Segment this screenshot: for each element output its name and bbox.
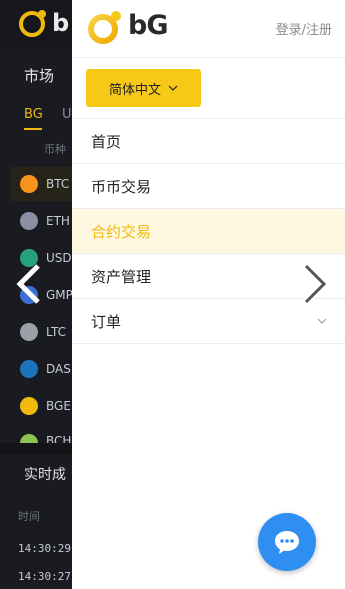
coin-label: BTC (46, 177, 70, 191)
background-tab-u[interactable]: U (62, 107, 72, 122)
background-section-title: 实时成 (24, 467, 66, 483)
language-label: 简体中文 (108, 82, 161, 98)
bch-coin-icon (20, 434, 38, 443)
auth-links: 登录 / 注册 (276, 19, 332, 38)
background-coin-row[interactable]: LTC (10, 315, 72, 349)
background-coin-row[interactable]: DAS (10, 352, 72, 386)
chevron-right-icon[interactable] (300, 262, 330, 306)
bg-logo-icon (19, 10, 46, 37)
menu-item-label: 合约交易 (91, 222, 152, 241)
logo-text[interactable]: bG (128, 10, 168, 41)
background-tab-bg[interactable]: BG (24, 107, 43, 122)
bge-coin-icon (20, 397, 38, 415)
chevron-down-icon (317, 318, 327, 324)
ltc-coin-icon (20, 323, 38, 341)
background-coin-row[interactable]: BGE (10, 389, 72, 423)
background-market-title: 市场 (24, 67, 55, 85)
drawer-header: bG 登录 / 注册 (72, 0, 345, 58)
coin-label: DAS (46, 362, 71, 376)
menu-item-label: 订单 (91, 312, 122, 331)
register-link[interactable]: 注册 (306, 19, 332, 38)
menu-item-label: 币币交易 (91, 177, 152, 196)
menu-item-label: 资产管理 (91, 267, 152, 286)
background-tab-underline (24, 128, 42, 130)
background-time: 14:30:27 (18, 570, 71, 583)
coin-label: BCH (46, 434, 72, 443)
menu-item-home[interactable]: 首页 (72, 119, 345, 164)
language-select-button[interactable]: 简体中文 (86, 69, 201, 107)
menu-item-contract-trading[interactable]: 合约交易 (72, 209, 345, 254)
coin-label: BGE (46, 399, 71, 413)
chat-icon (275, 531, 299, 554)
background-column-header: 币种 (44, 143, 66, 156)
coin-label: USD (46, 251, 72, 265)
chevron-down-icon (168, 85, 178, 91)
coin-label: LTC (46, 325, 67, 339)
menu-item-label: 首页 (91, 132, 122, 151)
btc-coin-icon (20, 175, 38, 193)
background-logo-text: b (52, 9, 70, 37)
background-time-header: 时间 (18, 510, 40, 523)
login-link[interactable]: 登录 (276, 19, 302, 38)
coin-label: GMP (46, 288, 73, 302)
menu-item-spot-trading[interactable]: 币币交易 (72, 164, 345, 209)
chat-button[interactable] (258, 513, 316, 571)
background-time: 14:30:29 (18, 542, 71, 555)
bg-logo-icon[interactable] (87, 9, 123, 45)
background-coin-row[interactable]: ETH (10, 204, 72, 238)
background-coin-row[interactable]: BCH (10, 426, 72, 443)
coin-label: ETH (46, 214, 70, 228)
background-coin-row[interactable]: BTC (10, 167, 72, 201)
chevron-left-icon[interactable] (14, 262, 44, 306)
eth-coin-icon (20, 212, 38, 230)
dash-coin-icon (20, 360, 38, 378)
